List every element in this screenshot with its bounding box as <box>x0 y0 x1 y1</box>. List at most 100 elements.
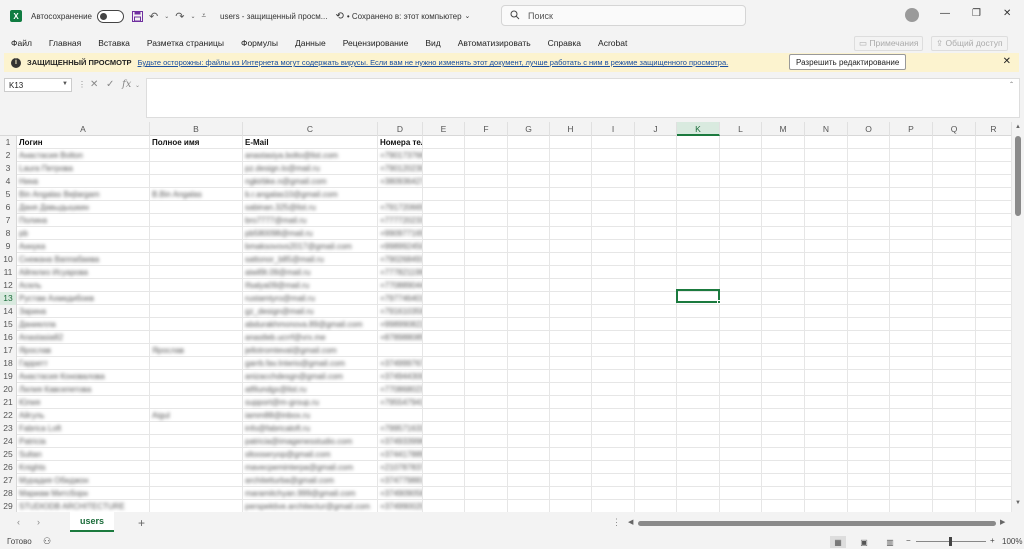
column-header-k[interactable]: K <box>677 122 720 136</box>
cell[interactable]: +77086802393 <box>378 383 423 396</box>
cell[interactable] <box>592 344 635 357</box>
cell[interactable] <box>635 149 677 162</box>
cell[interactable] <box>635 370 677 383</box>
cell[interactable] <box>762 474 805 487</box>
cell[interactable] <box>890 214 933 227</box>
cell[interactable] <box>720 331 762 344</box>
cell[interactable] <box>848 214 890 227</box>
cell[interactable] <box>150 175 243 188</box>
cell[interactable] <box>890 305 933 318</box>
cell[interactable] <box>933 370 976 383</box>
column-header-l[interactable]: L <box>720 122 762 136</box>
cell[interactable] <box>976 383 1012 396</box>
cell[interactable] <box>720 461 762 474</box>
cell[interactable] <box>762 422 805 435</box>
cell[interactable] <box>635 201 677 214</box>
cell[interactable] <box>423 266 465 279</box>
cell[interactable]: +79012023039 <box>378 162 423 175</box>
cell[interactable] <box>890 227 933 240</box>
fill-handle[interactable] <box>717 300 721 304</box>
cell[interactable] <box>677 175 720 188</box>
cell[interactable] <box>465 305 508 318</box>
cell[interactable] <box>677 331 720 344</box>
cell[interactable] <box>805 344 848 357</box>
cell[interactable] <box>976 500 1012 512</box>
cell[interactable] <box>933 227 976 240</box>
cell[interactable]: Anastasia82 <box>17 331 150 344</box>
cell[interactable] <box>150 214 243 227</box>
cell[interactable] <box>720 487 762 500</box>
cell[interactable] <box>592 331 635 344</box>
prev-sheet-icon[interactable]: ‹ <box>17 517 20 527</box>
cell[interactable] <box>933 500 976 512</box>
cell[interactable]: sattonor_b85@mail.ru <box>243 253 378 266</box>
cell[interactable]: +87898808500 <box>378 331 423 344</box>
cell[interactable] <box>890 396 933 409</box>
cell[interactable] <box>635 240 677 253</box>
cell[interactable] <box>720 305 762 318</box>
expand-formula-icon[interactable]: ⌃ <box>1009 81 1014 88</box>
cell[interactable] <box>592 396 635 409</box>
cell[interactable] <box>592 383 635 396</box>
cell[interactable] <box>150 461 243 474</box>
cell[interactable]: garrb.fav.Interio@gmail.com <box>243 357 378 370</box>
cell[interactable] <box>635 227 677 240</box>
cell[interactable]: aiwil9t.09@mail.ru <box>243 266 378 279</box>
redo-dropdown-icon[interactable]: ⌄ <box>190 13 195 20</box>
cell[interactable] <box>465 149 508 162</box>
cell[interactable] <box>423 409 465 422</box>
cell[interactable]: pb580098@mail.ru <box>243 227 378 240</box>
column-header-e[interactable]: E <box>423 122 465 136</box>
cell[interactable] <box>805 435 848 448</box>
cell[interactable] <box>423 136 465 149</box>
cell[interactable] <box>976 396 1012 409</box>
cell[interactable]: +77782119960 <box>378 266 423 279</box>
cell[interactable] <box>592 448 635 461</box>
row-header[interactable]: 8 <box>0 227 17 240</box>
cell[interactable] <box>550 136 592 149</box>
cell[interactable] <box>933 214 976 227</box>
cell[interactable] <box>592 188 635 201</box>
cell[interactable]: +380936427473 <box>378 175 423 188</box>
cell[interactable] <box>150 266 243 279</box>
cell[interactable] <box>150 318 243 331</box>
close-icon[interactable]: ✕ <box>1003 56 1011 67</box>
cell[interactable] <box>805 318 848 331</box>
cell[interactable] <box>635 214 677 227</box>
cell[interactable] <box>592 305 635 318</box>
cell[interactable] <box>150 201 243 214</box>
cell[interactable]: +79017376655 <box>378 149 423 162</box>
cell[interactable] <box>933 474 976 487</box>
save-status[interactable]: ⟲ • Сохранено в: этот компьютер ⌄ <box>335 11 470 22</box>
page-layout-view-icon[interactable]: ▣ <box>856 536 872 548</box>
cell[interactable]: pz.design.lo@mail.ru <box>243 162 378 175</box>
cell[interactable] <box>890 500 933 512</box>
cell[interactable] <box>805 487 848 500</box>
cell[interactable] <box>805 279 848 292</box>
scroll-up-icon[interactable]: ▲ <box>1015 124 1021 130</box>
cell[interactable]: +79026849190 <box>378 253 423 266</box>
cell[interactable] <box>550 188 592 201</box>
row-header[interactable]: 28 <box>0 487 17 500</box>
save-icon[interactable] <box>131 10 143 22</box>
cell[interactable] <box>720 448 762 461</box>
cell[interactable] <box>805 253 848 266</box>
active-cell-selection[interactable] <box>676 289 720 303</box>
cell[interactable] <box>890 318 933 331</box>
cell[interactable] <box>150 240 243 253</box>
cell[interactable] <box>933 448 976 461</box>
formula-input[interactable] <box>146 78 1020 118</box>
cell[interactable] <box>550 279 592 292</box>
cell[interactable] <box>592 279 635 292</box>
cell[interactable]: E-Mail <box>243 136 378 149</box>
cell[interactable] <box>762 305 805 318</box>
cell[interactable] <box>508 435 550 448</box>
cell[interactable] <box>508 188 550 201</box>
column-header-m[interactable]: M <box>762 122 805 136</box>
cell[interactable] <box>465 162 508 175</box>
cell[interactable]: rustamtyro@mail.ru <box>243 292 378 305</box>
cell[interactable] <box>423 487 465 500</box>
cell[interactable] <box>762 279 805 292</box>
cell[interactable] <box>508 266 550 279</box>
cell[interactable] <box>465 279 508 292</box>
